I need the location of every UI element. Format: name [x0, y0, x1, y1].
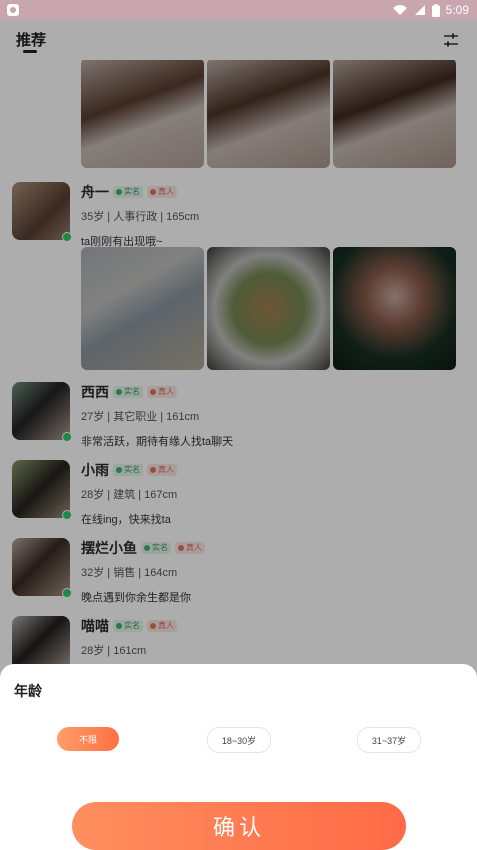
status-bar: 5:09	[0, 0, 477, 20]
sheet-title: 年龄	[14, 684, 42, 700]
battery-icon	[431, 3, 440, 17]
confirm-button[interactable]: 确认	[72, 802, 406, 850]
age-option-any[interactable]: 不限	[57, 727, 119, 751]
age-option-31-37[interactable]: 31~37岁	[357, 727, 421, 753]
wifi-icon	[392, 5, 407, 15]
age-option-18-30[interactable]: 18~30岁	[207, 727, 271, 753]
status-time: 5:09	[445, 3, 469, 17]
watermark-logo: pc6	[431, 812, 465, 833]
age-filter-sheet: 年龄 不限 18~30岁 31~37岁 确认 pc6	[0, 664, 477, 850]
notification-icon	[7, 4, 19, 16]
signal-icon	[414, 5, 425, 15]
